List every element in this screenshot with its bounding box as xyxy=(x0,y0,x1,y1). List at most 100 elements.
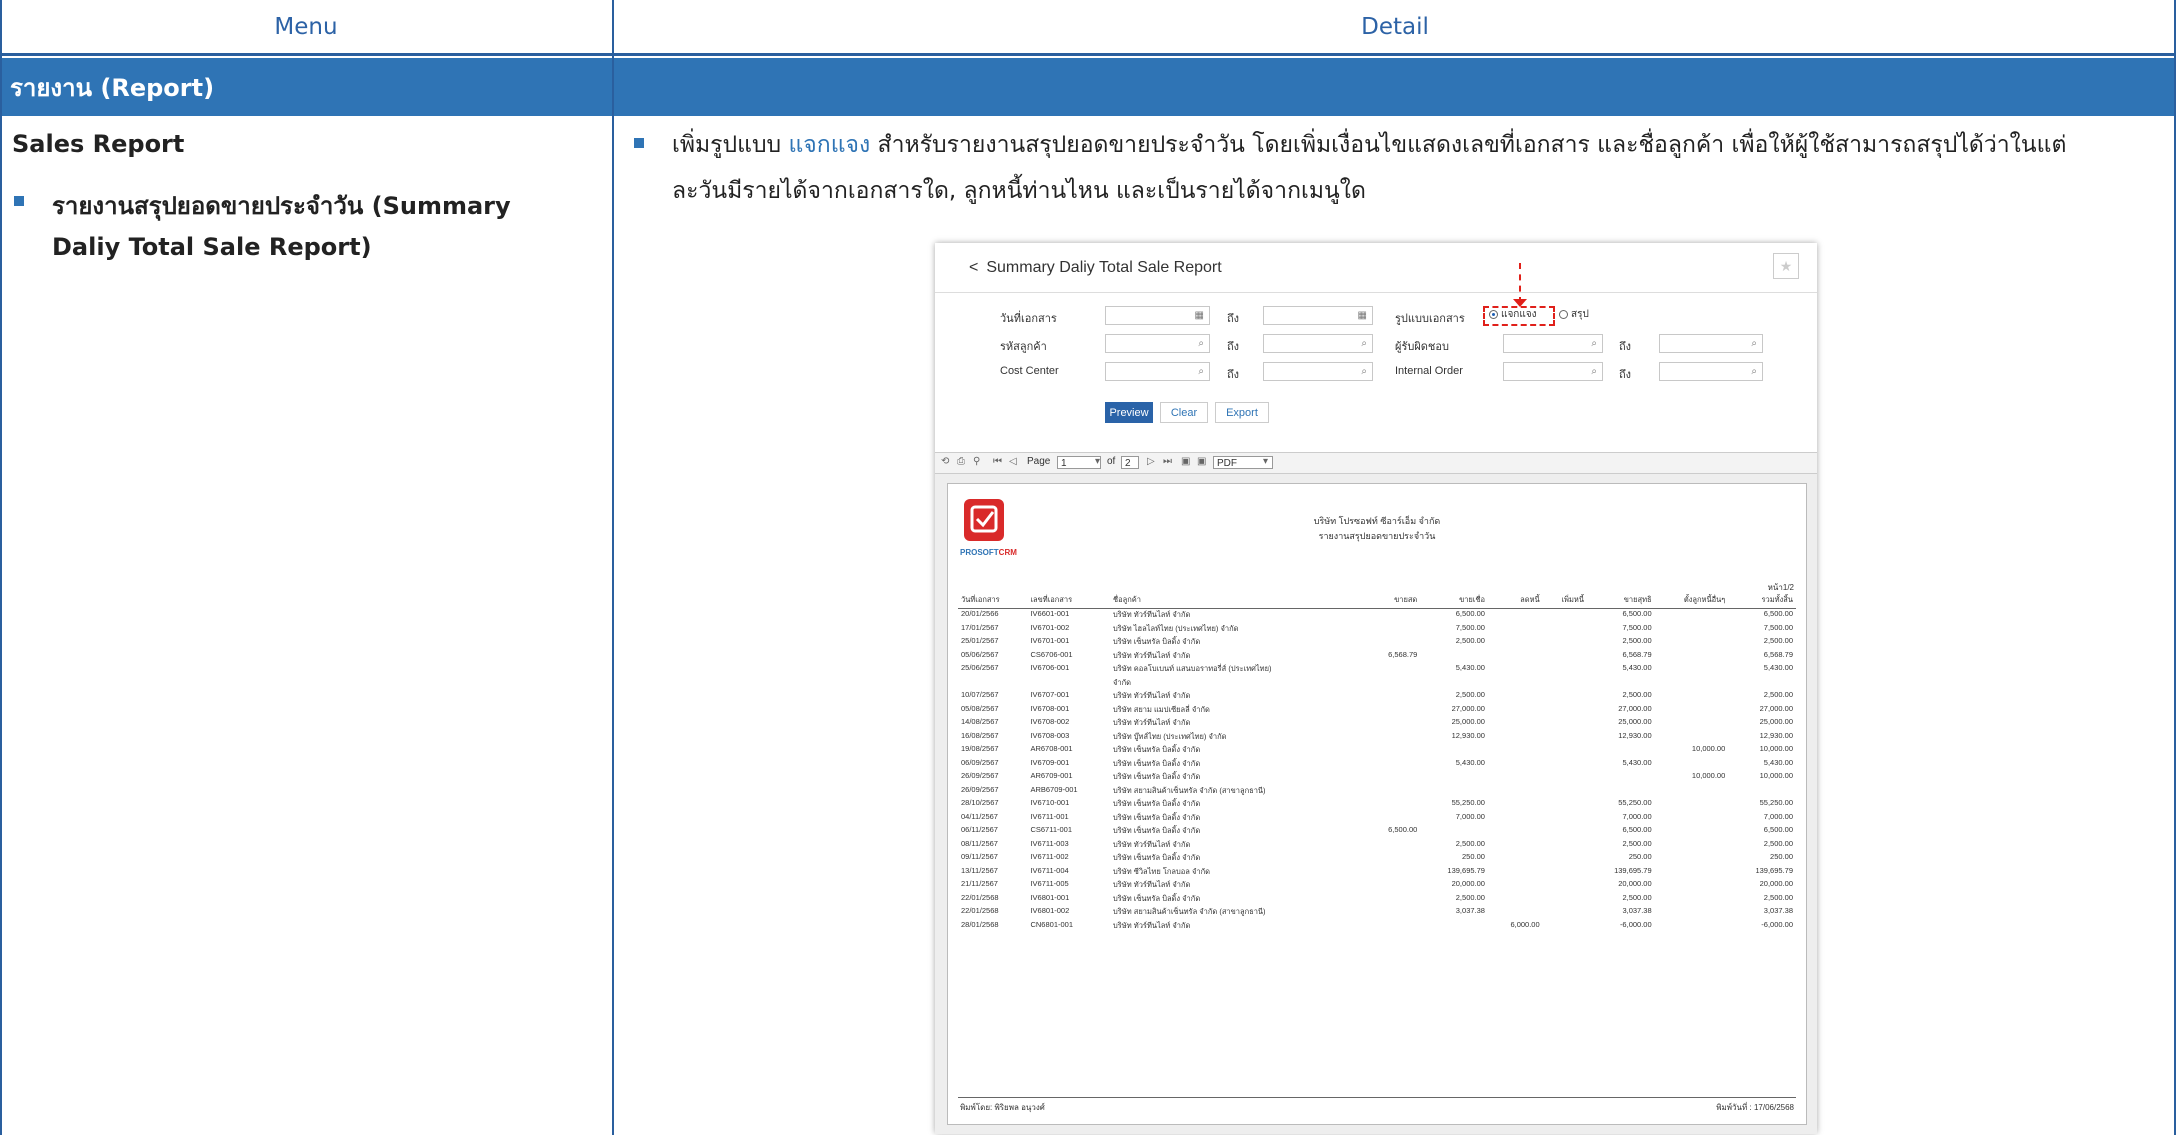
radio-summary-label: สรุป xyxy=(1571,309,1589,320)
print-icon[interactable]: ⎙ xyxy=(957,456,965,467)
table-cell: 7,500.00 xyxy=(1763,622,1793,632)
table-cell: 6,500.00 xyxy=(1622,825,1652,834)
table-cell xyxy=(1420,920,1488,934)
table-cell xyxy=(1488,893,1543,907)
table-cell: IV6707-001 xyxy=(1030,690,1070,699)
favorite-star-icon[interactable]: ★ xyxy=(1773,253,1799,279)
table-cell: 2,500.00 xyxy=(1622,690,1652,699)
preview-button[interactable]: Preview xyxy=(1105,402,1153,423)
table-cell: 05/08/2567 xyxy=(961,703,999,713)
back-icon[interactable]: < xyxy=(969,259,978,276)
table-cell xyxy=(1587,744,1655,758)
customer-code-from-field[interactable]: ⌕ xyxy=(1105,334,1210,353)
report-header-row: วันที่เอกสาร เลขที่เอกสาร ชื่อลูกค้า ขายสดข… xyxy=(958,592,1796,609)
radio-detail[interactable] xyxy=(1489,310,1498,319)
table-cell: 7,000.00 xyxy=(1455,811,1485,821)
table-cell: 139,695.79 xyxy=(1447,865,1485,875)
next-page-icon[interactable]: ▷ xyxy=(1147,456,1155,467)
refresh-icon[interactable]: ⟲ xyxy=(941,456,949,467)
table-cell xyxy=(1366,731,1421,745)
table-cell xyxy=(1655,663,1729,677)
table-cell xyxy=(1543,663,1587,677)
detail-paragraph: เพิ่มรูปแบบ แจกแจง สำหรับรายงานสรุปยอดขา… xyxy=(672,122,2162,214)
table-cell: 26/09/2567 xyxy=(961,771,999,780)
table-cell xyxy=(1488,852,1543,866)
table-cell xyxy=(1488,798,1543,812)
table-cell: 28/01/2568 xyxy=(961,919,999,929)
search-icon[interactable]: ⚲ xyxy=(973,456,980,467)
menu-heading: Sales Report xyxy=(12,130,185,158)
table-cell xyxy=(1488,825,1543,839)
table-cell: 6,500.00 xyxy=(1763,825,1793,834)
table-row: 22/01/2568 IV6801-001 บริษัท เซ็นทรัล บิลด… xyxy=(958,893,1796,907)
clear-button[interactable]: Clear xyxy=(1160,402,1208,423)
table-cell: 5,430.00 xyxy=(1763,663,1793,672)
table-cell: 55,250.00 xyxy=(1618,798,1652,807)
customer-code-to-field[interactable]: ⌕ xyxy=(1263,334,1373,353)
table-cell xyxy=(1655,704,1729,718)
to-label: ถึง xyxy=(1619,341,1632,353)
table-cell: 2,500.00 xyxy=(1622,838,1652,848)
table-cell: 2,500.00 xyxy=(1622,892,1652,902)
page-dropdown-icon[interactable]: ▾ xyxy=(1095,456,1100,467)
internal-order-to-field[interactable]: ⌕ xyxy=(1659,362,1763,381)
table-cell xyxy=(1655,636,1729,650)
table-cell: 250.00 xyxy=(1462,852,1485,861)
table-cell xyxy=(1366,677,1421,691)
report-title: Summary Daliy Total Sale Report xyxy=(986,259,1222,276)
page-label: Page xyxy=(1027,456,1051,467)
save-as-icon[interactable]: ▣ xyxy=(1197,456,1206,467)
export-button[interactable]: Export xyxy=(1215,402,1269,423)
table-cell: บริษัท ทัวร์ทีนไลท์ จำกัด xyxy=(1113,691,1191,700)
table-row: 28/10/2567 IV6710-001 บริษัท เซ็นทรัล บิลด… xyxy=(958,798,1796,812)
table-cell: 6,568.79 xyxy=(1388,649,1418,659)
table-cell xyxy=(1366,717,1421,731)
responsible-from-field[interactable]: ⌕ xyxy=(1503,334,1603,353)
table-cell: IV6709-001 xyxy=(1030,757,1070,767)
doc-date-from-field[interactable]: ▦ xyxy=(1105,306,1210,325)
table-cell: บริษัท ทัวร์ทีนไลท์ จำกัด xyxy=(1113,650,1191,660)
table-cell xyxy=(1488,609,1543,623)
last-page-icon[interactable]: ⏭ xyxy=(1163,456,1172,467)
table-cell: บริษัท ทัวร์ทีนไลท์ จำกัด xyxy=(1113,610,1191,619)
table-cell xyxy=(1488,744,1543,758)
table-cell: 2,500.00 xyxy=(1622,636,1652,645)
responsible-to-field[interactable]: ⌕ xyxy=(1659,334,1763,353)
table-cell: AR6708-001 xyxy=(1030,744,1073,753)
table-cell: บริษัท สยามสินค้าเซ็นทรัล จำกัด (สาขาลูก… xyxy=(1113,907,1266,916)
doc-date-to-field[interactable]: ▦ xyxy=(1263,306,1373,325)
table-cell xyxy=(1488,906,1543,920)
prev-page-icon[interactable]: ◁ xyxy=(1009,456,1017,467)
menu-item-line1: รายงานสรุปยอดขายประจำวัน (Summary xyxy=(52,192,511,220)
radio-summary[interactable] xyxy=(1559,310,1568,319)
table-cell: 3,037.38 xyxy=(1455,906,1485,915)
cost-center-to-field[interactable]: ⌕ xyxy=(1263,362,1373,381)
table-cell: IV6701-001 xyxy=(1030,636,1070,645)
table-row: 08/11/2567 IV6711-003 บริษัท ทัวร์ทีนไลท์ … xyxy=(958,839,1796,853)
table-cell: IV6708-002 xyxy=(1030,717,1070,726)
table-cell: 05/06/2567 xyxy=(961,649,999,659)
table-cell: 6,500.00 xyxy=(1455,609,1485,618)
format-dropdown-icon[interactable]: ▾ xyxy=(1263,456,1268,467)
table-cell: 139,695.79 xyxy=(1755,865,1793,875)
table-row: 16/08/2567 IV6708-003 บริษัท บู๊ทส์ไทย (ปร… xyxy=(958,731,1796,745)
table-cell xyxy=(1366,623,1421,637)
detail-text-pre: เพิ่มรูปแบบ xyxy=(672,132,789,158)
table-cell xyxy=(1420,677,1488,691)
save-icon[interactable]: ▣ xyxy=(1181,456,1190,467)
table-cell: บริษัท สยามสินค้าเซ็นทรัล จำกัด (สาขาลูก… xyxy=(1113,785,1266,795)
table-cell: 10,000.00 xyxy=(1759,744,1793,753)
internal-order-from-field[interactable]: ⌕ xyxy=(1503,362,1603,381)
cost-center-from-field[interactable]: ⌕ xyxy=(1105,362,1210,381)
to-label: ถึง xyxy=(1619,369,1632,381)
table-cell: 7,000.00 xyxy=(1622,811,1652,821)
table-cell xyxy=(1366,785,1421,799)
column-header: ขายสุทธิ xyxy=(1586,592,1655,609)
table-cell xyxy=(1655,893,1729,907)
first-page-icon[interactable]: ⏮ xyxy=(993,456,1002,467)
table-cell: 2,500.00 xyxy=(1455,892,1485,902)
table-cell: บริษัท เซ็นทรัล บิลดิ้ง จำกัด xyxy=(1113,637,1201,646)
table-cell xyxy=(1543,906,1587,920)
table-cell xyxy=(1655,677,1729,691)
table-cell: 6,500.00 xyxy=(1622,609,1652,618)
